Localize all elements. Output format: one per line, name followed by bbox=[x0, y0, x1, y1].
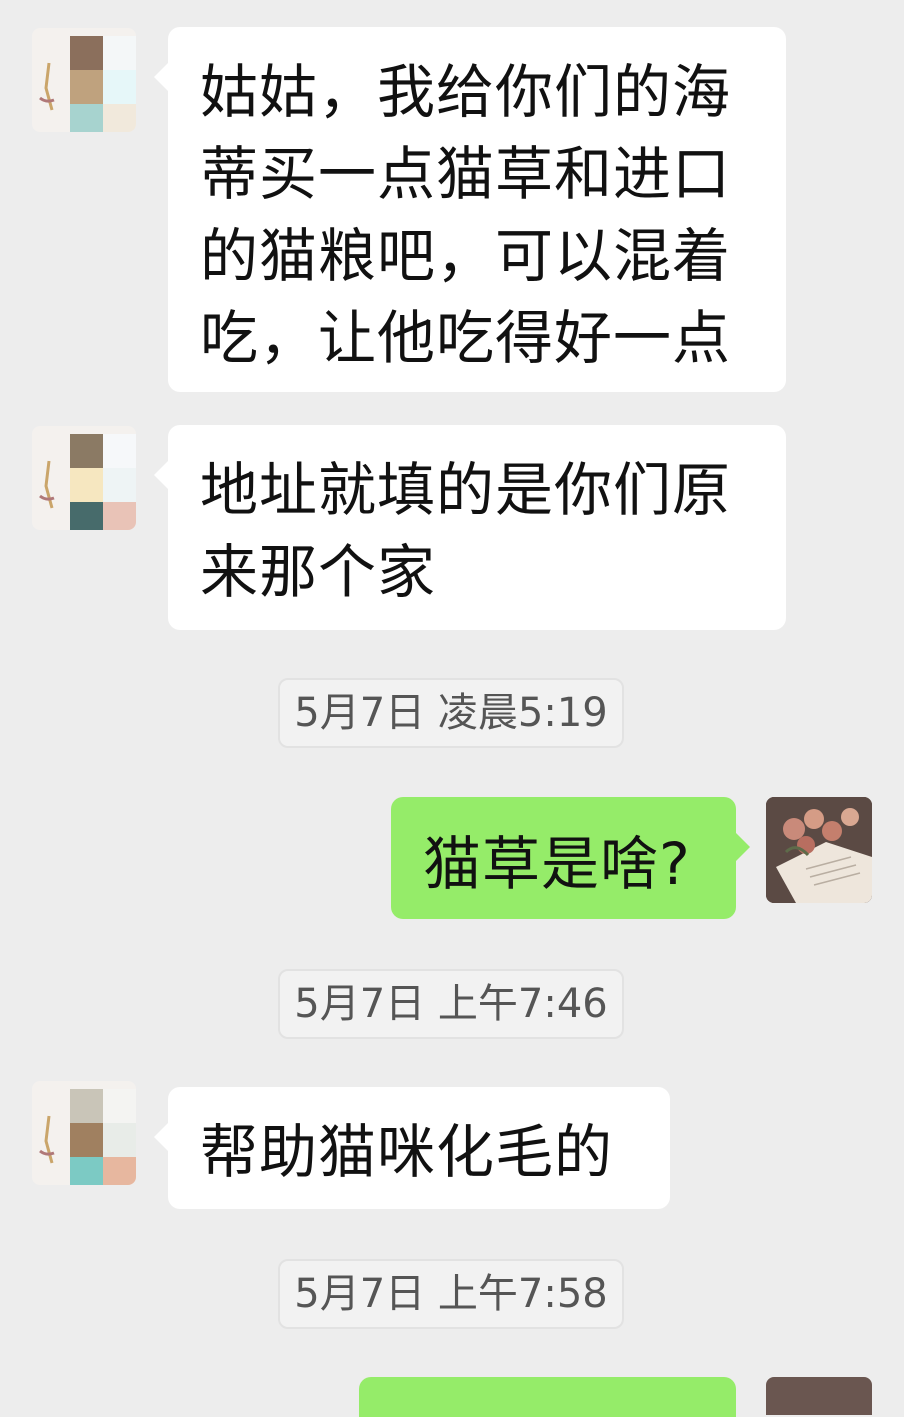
message-bubble-sent-partial[interactable] bbox=[359, 1377, 736, 1417]
contact-avatar[interactable] bbox=[32, 1081, 136, 1185]
message-text: 姑姑，我给你们的海蒂买一点猫草和进口的猫粮吧，可以混着吃，让他吃得好一点 bbox=[200, 58, 732, 372]
timestamp-label: 5月7日 上午7:58 bbox=[278, 1259, 624, 1329]
self-avatar-partial[interactable] bbox=[766, 1377, 872, 1415]
contact-avatar[interactable] bbox=[32, 28, 136, 132]
message-text: 猫草是啥? bbox=[423, 830, 691, 898]
timestamp-label: 5月7日 上午7:46 bbox=[278, 969, 624, 1039]
contact-avatar[interactable] bbox=[32, 426, 136, 530]
message-bubble-received[interactable]: 帮助猫咪化毛的 bbox=[154, 1087, 670, 1209]
timestamp-label: 5月7日 凌晨5:19 bbox=[278, 678, 624, 748]
message-bubble-received[interactable]: 地址就填的是你们原来那个家 bbox=[154, 425, 786, 630]
flower-decor-icon bbox=[39, 62, 55, 111]
message-text: 帮助猫咪化毛的 bbox=[200, 1118, 614, 1186]
message-text: 地址就填的是你们原来那个家 bbox=[200, 456, 732, 606]
self-avatar[interactable] bbox=[766, 797, 872, 903]
rose-book-avatar-icon bbox=[766, 797, 872, 903]
flower-decor-icon bbox=[39, 1115, 55, 1164]
message-bubble-received[interactable]: 姑姑，我给你们的海蒂买一点猫草和进口的猫粮吧，可以混着吃，让他吃得好一点 bbox=[154, 27, 786, 392]
flower-decor-icon bbox=[39, 460, 55, 509]
message-bubble-sent[interactable]: 猫草是啥? bbox=[391, 797, 750, 919]
